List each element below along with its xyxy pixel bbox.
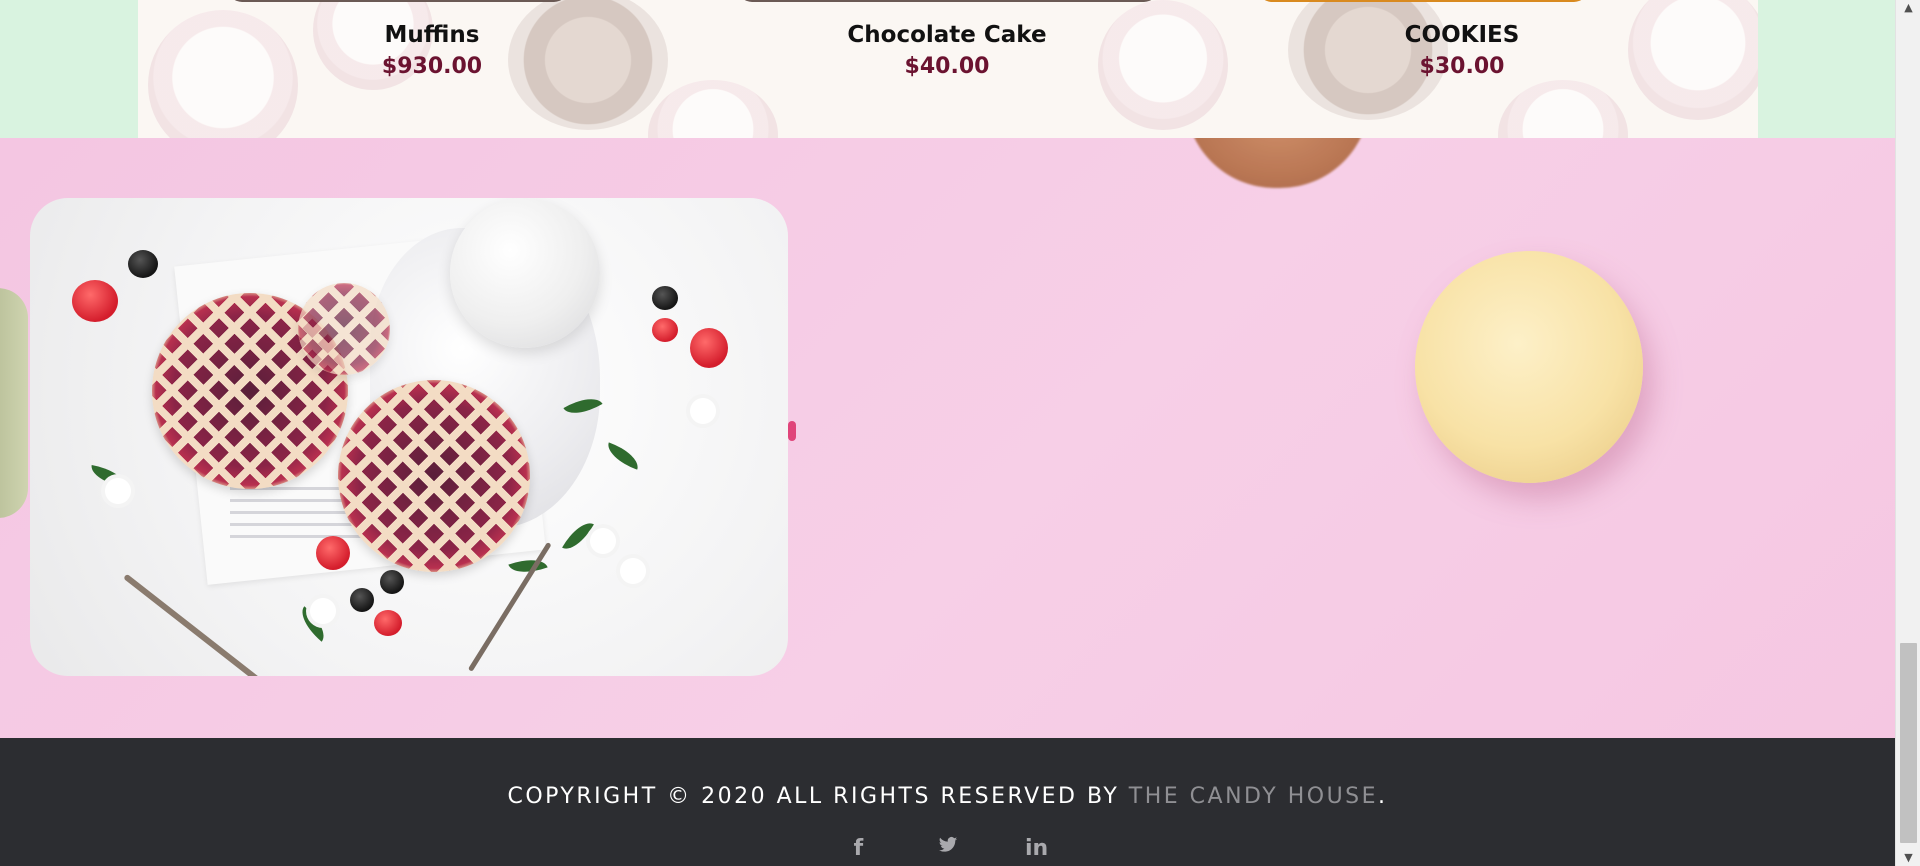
product-image-chocolate-cake[interactable] xyxy=(738,0,1158,2)
product-card-cookies[interactable]: COOKIES $30.00 xyxy=(1302,22,1622,79)
product-price: $930.00 xyxy=(381,54,483,79)
product-card-chocolate-cake[interactable]: Chocolate Cake $40.00 xyxy=(787,22,1107,79)
flower xyxy=(620,558,646,584)
cupcake-decoration xyxy=(1498,80,1628,138)
product-name: Chocolate Cake xyxy=(847,22,1047,48)
strawberry xyxy=(72,280,118,322)
product-image-muffins[interactable] xyxy=(228,0,568,2)
teapot xyxy=(450,198,600,348)
cupcake-decoration xyxy=(1628,0,1758,120)
leaf xyxy=(562,516,594,556)
pie-image xyxy=(30,198,788,676)
flower xyxy=(105,478,131,504)
scroll-down-icon[interactable]: ▼ xyxy=(1896,850,1920,866)
product-price: $30.00 xyxy=(1419,54,1505,79)
cake-slice-decoration xyxy=(0,288,28,518)
product-name: COOKIES xyxy=(1404,22,1520,48)
cookie-decoration xyxy=(1415,251,1643,483)
products-panel: Muffins $930.00 Chocolate Cake $40.00 CO… xyxy=(138,0,1758,138)
flower xyxy=(310,598,336,624)
footer: COPYRIGHT © 2020 ALL RIGHTS RESERVED BY … xyxy=(0,738,1895,866)
twitter-icon[interactable] xyxy=(933,834,963,864)
cupcake-decoration xyxy=(1098,0,1228,130)
strawberry xyxy=(374,610,402,636)
social-links: f in xyxy=(0,834,1895,864)
tart-small xyxy=(298,283,390,375)
strawberry xyxy=(316,536,350,570)
flower xyxy=(590,528,616,554)
product-price: $40.00 xyxy=(904,54,990,79)
blackberry xyxy=(128,250,158,278)
blackberry xyxy=(380,570,404,594)
brand-link[interactable]: THE CANDY HOUSE xyxy=(1129,784,1378,809)
product-card-muffins[interactable]: Muffins $930.00 xyxy=(272,22,592,79)
fork xyxy=(467,541,552,672)
blackberry xyxy=(350,588,374,612)
fork xyxy=(123,573,277,676)
linkedin-icon[interactable]: in xyxy=(1022,834,1052,864)
flower xyxy=(690,398,716,424)
copyright-period: . xyxy=(1378,784,1388,809)
pie-right xyxy=(338,380,530,572)
product-name: Muffins xyxy=(384,22,480,48)
copyright-text: COPYRIGHT © 2020 ALL RIGHTS RESERVED BY … xyxy=(0,784,1895,809)
copyright-label: COPYRIGHT © 2020 ALL RIGHTS RESERVED BY xyxy=(507,784,1129,809)
strawberry xyxy=(652,318,678,342)
strawberry xyxy=(690,328,728,368)
blackberry xyxy=(652,286,678,310)
scroll-up-icon[interactable]: ▲ xyxy=(1896,0,1920,16)
sprinkle-decoration xyxy=(788,421,796,441)
promo-section xyxy=(0,138,1895,738)
muffin-decoration xyxy=(1185,138,1370,188)
scroll-thumb[interactable] xyxy=(1900,643,1917,843)
facebook-icon[interactable]: f xyxy=(843,834,873,864)
leaf xyxy=(603,442,643,470)
product-image-cookies[interactable] xyxy=(1258,0,1588,2)
products-section: Muffins $930.00 Chocolate Cake $40.00 CO… xyxy=(0,0,1895,138)
vertical-scrollbar[interactable]: ▲ ▼ xyxy=(1895,0,1920,866)
cupcake-decoration xyxy=(648,80,778,138)
